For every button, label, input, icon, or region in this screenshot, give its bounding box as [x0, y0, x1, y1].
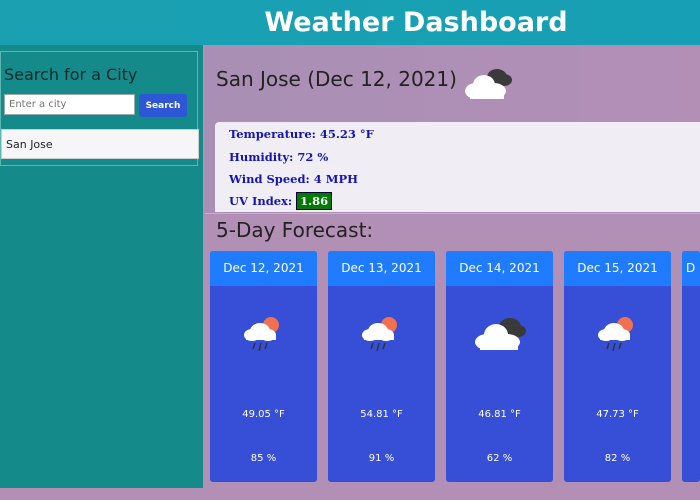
- forecast-title: 5-Day Forecast:: [216, 218, 374, 242]
- forecast-panel: 5-Day Forecast: Dec 12, 2021 49.05 °F 85…: [205, 213, 700, 489]
- cloudy-icon: [472, 313, 528, 359]
- rain-sun-icon: [240, 313, 286, 359]
- forecast-temp: 47.73 °F: [596, 409, 639, 420]
- city-search-input[interactable]: [4, 94, 135, 115]
- forecast-card: D: [682, 251, 700, 482]
- current-details-card: Temperature: 45.23 °F Humidity: 72 % Win…: [215, 122, 700, 212]
- temperature-text: Temperature: 45.23 °F: [229, 127, 374, 141]
- uv-index-row: UV Index: 1.86: [229, 192, 333, 210]
- forecast-temp: 49.05 °F: [242, 409, 285, 420]
- forecast-humidity: 91 %: [368, 453, 395, 464]
- current-weather-panel: San Jose (Dec 12, 2021) Temperature: 45.…: [205, 45, 700, 213]
- forecast-card: Dec 12, 2021 49.05 °F 85 %: [210, 251, 317, 482]
- search-title: Search for a City: [4, 65, 138, 84]
- uv-index-badge: 1.86: [296, 192, 333, 210]
- forecast-date: D: [682, 251, 700, 286]
- sidebar: Search for a City Search San Jose: [0, 45, 203, 488]
- rain-sun-icon: [594, 313, 640, 359]
- forecast-date: Dec 13, 2021: [328, 251, 435, 286]
- cloudy-icon: [462, 63, 514, 107]
- forecast-date: Dec 14, 2021: [446, 251, 553, 286]
- forecast-temp: 54.81 °F: [360, 409, 403, 420]
- uv-index-label: UV Index:: [229, 194, 293, 208]
- rain-sun-icon: [358, 313, 404, 359]
- page-title: Weather Dashboard: [264, 7, 568, 38]
- forecast-date: Dec 12, 2021: [210, 251, 317, 286]
- search-button[interactable]: Search: [139, 94, 187, 117]
- header-bar: Weather Dashboard: [0, 0, 700, 45]
- footer-strip: [0, 488, 700, 500]
- forecast-humidity: 62 %: [486, 453, 513, 464]
- forecast-card: Dec 15, 2021 47.73 °F 82 %: [564, 251, 671, 482]
- forecast-humidity: 82 %: [604, 453, 631, 464]
- wind-speed-text: Wind Speed: 4 MPH: [229, 172, 359, 186]
- forecast-date: Dec 15, 2021: [564, 251, 671, 286]
- humidity-text: Humidity: 72 %: [229, 150, 329, 164]
- forecast-temp: 46.81 °F: [478, 409, 521, 420]
- forecast-card: Dec 14, 2021 46.81 °F 62 %: [446, 251, 553, 482]
- forecast-humidity: 85 %: [250, 453, 277, 464]
- history-item-san-jose[interactable]: San Jose: [1, 129, 199, 159]
- current-city-title: San Jose (Dec 12, 2021): [216, 67, 457, 91]
- search-card: Search for a City Search San Jose: [0, 51, 199, 166]
- forecast-card: Dec 13, 2021 54.81 °F 91 %: [328, 251, 435, 482]
